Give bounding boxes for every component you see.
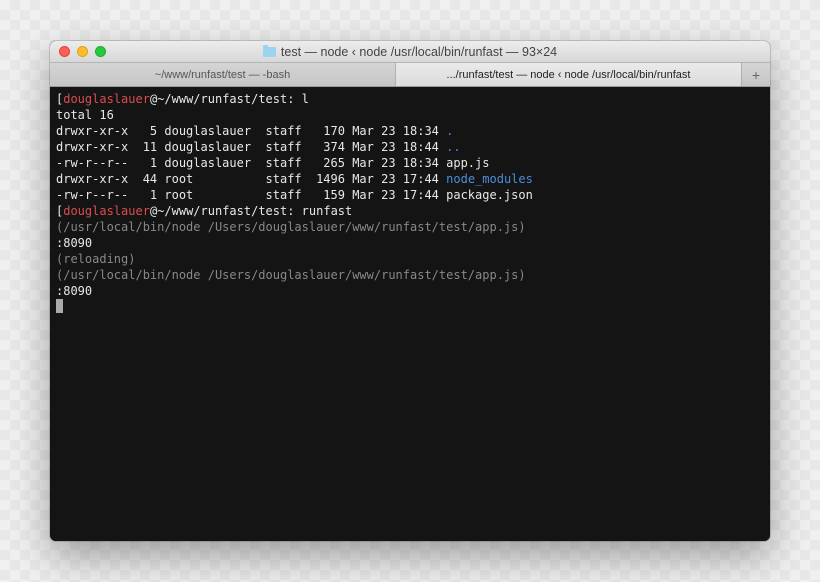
close-icon[interactable] [59,46,70,57]
traffic-lights [50,46,106,57]
terminal-window: test — node ‹ node /usr/local/bin/runfas… [50,41,770,541]
titlebar: test — node ‹ node /usr/local/bin/runfas… [50,41,770,63]
tabbar: ~/www/runfast/test — -bash .../runfast/t… [50,63,770,87]
tab-bash[interactable]: ~/www/runfast/test — -bash [50,63,396,86]
tab-label: ~/www/runfast/test — -bash [155,69,290,81]
terminal-body[interactable]: [douglaslauer@~/www/runfast/test: l tota… [50,87,770,541]
window-title: test — node ‹ node /usr/local/bin/runfas… [50,45,770,59]
minimize-icon[interactable] [77,46,88,57]
tab-label: .../runfast/test — node ‹ node /usr/loca… [447,69,691,81]
plus-icon: + [752,67,760,83]
cursor [56,299,63,313]
maximize-icon[interactable] [95,46,106,57]
title-folder: test [281,45,301,59]
folder-icon [263,47,276,57]
new-tab-button[interactable]: + [742,63,770,86]
tab-node[interactable]: .../runfast/test — node ‹ node /usr/loca… [396,63,742,86]
title-rest: — node ‹ node /usr/local/bin/runfast — 9… [301,45,557,59]
